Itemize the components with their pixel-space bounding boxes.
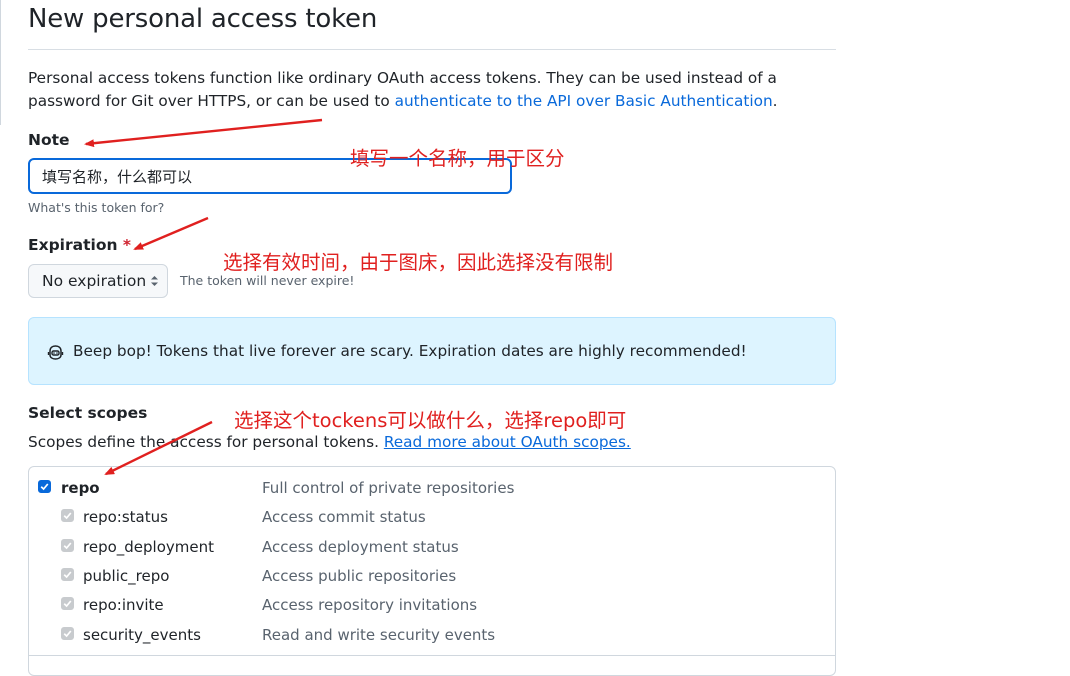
security-events-checkbox[interactable] [61,627,74,640]
check-icon [63,600,72,608]
scope-name: repo [61,479,100,497]
arrow-to-expiration [133,216,209,251]
scope-name: repo:status [83,508,168,526]
scopes-heading: Select scopes [28,404,148,422]
intro-end: . [772,92,778,110]
check-icon [63,571,72,579]
scope-row-child: public_repo Access public repositories [29,564,835,593]
scope-name: repo_deployment [83,538,214,556]
note-hint: What's this token for? [28,200,165,215]
repo-deployment-checkbox[interactable] [61,539,74,552]
note-label: Note [28,131,70,149]
expiration-hint: The token will never expire! [180,273,355,288]
check-icon [63,542,72,550]
scopes-divider [29,655,835,656]
chevron-up-down-icon [151,276,158,286]
required-mark: * [122,236,132,254]
expiration-select[interactable]: No expiration [28,264,168,298]
scope-row-child: security_events Read and write security … [29,623,835,652]
expiration-label-text: Expiration [28,236,118,254]
annotation-note: 填写一个名称，用于区分 [350,147,565,170]
scopes-description: Scopes define the access for personal to… [28,433,631,451]
scope-name: security_events [83,626,201,644]
expiration-label: Expiration * [28,236,131,254]
expiration-warning-banner: Beep bop! Tokens that live forever are s… [28,317,836,385]
scope-description: Access commit status [262,508,426,526]
scope-row-child: repo:status Access commit status [29,505,835,534]
basic-auth-link[interactable]: authenticate to the API over Basic Authe… [395,92,773,110]
annotation-scopes: 选择这个tockens可以做什么，选择repo即可 [234,409,627,432]
scope-description: Access public repositories [262,567,457,585]
check-icon [63,512,72,520]
scope-description: Read and write security events [262,626,496,644]
annotation-expiration: 选择有效时间，由于图床，因此选择没有限制 [223,251,614,274]
public-repo-checkbox[interactable] [61,568,74,581]
repo-invite-checkbox[interactable] [61,597,74,610]
scope-row-child: repo_deployment Access deployment status [29,535,835,564]
repo-checkbox[interactable] [38,480,51,493]
oauth-scopes-link[interactable]: Read more about OAuth scopes. [384,433,631,451]
check-icon [40,483,49,491]
repo-status-checkbox[interactable] [61,509,74,522]
copilot-bot-icon [47,345,64,360]
check-icon [63,630,72,638]
scope-description: Full control of private repositories [262,479,515,497]
scope-row-repo: repo Full control of private repositorie… [29,476,835,505]
scope-description: Access repository invitations [262,596,478,614]
scope-row-child: repo:invite Access repository invitation… [29,593,835,622]
scope-name: repo:invite [83,596,164,614]
scope-name: public_repo [83,567,170,585]
scope-description: Access deployment status [262,538,459,556]
expiration-selected-value: No expiration [42,272,147,290]
scopes-description-text: Scopes define the access for personal to… [28,433,384,451]
warning-text: Beep bop! Tokens that live forever are s… [73,342,747,360]
intro-paragraph: Personal access tokens function like ord… [28,67,838,113]
page-title: New personal access token [28,4,378,34]
scopes-list: repo Full control of private repositorie… [28,466,836,676]
left-divider [0,0,1,125]
title-divider [28,49,836,50]
arrow-to-note [84,118,323,148]
